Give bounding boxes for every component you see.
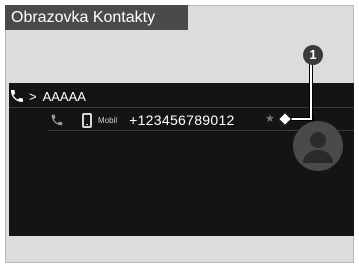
phone-icon xyxy=(11,90,23,102)
contact-group-header[interactable]: > AAAAA xyxy=(9,86,86,106)
mobile-phone-icon xyxy=(82,112,92,128)
divider xyxy=(9,107,354,108)
page-title: Obrazovka Kontakty xyxy=(5,5,188,30)
phone-icon xyxy=(51,114,63,126)
phone-type-label: Mobil xyxy=(98,115,118,125)
chevron-right-icon: > xyxy=(29,88,37,104)
contact-number-row[interactable]: Mobil +123456789012 xyxy=(50,110,235,130)
phone-number: +123456789012 xyxy=(129,112,235,128)
callout-line xyxy=(310,62,312,120)
contact-avatar-icon xyxy=(293,121,343,171)
star-icon[interactable]: ★ xyxy=(265,112,275,126)
contact-name: AAAAA xyxy=(42,88,86,104)
callout-number-badge: 1 xyxy=(303,45,323,65)
